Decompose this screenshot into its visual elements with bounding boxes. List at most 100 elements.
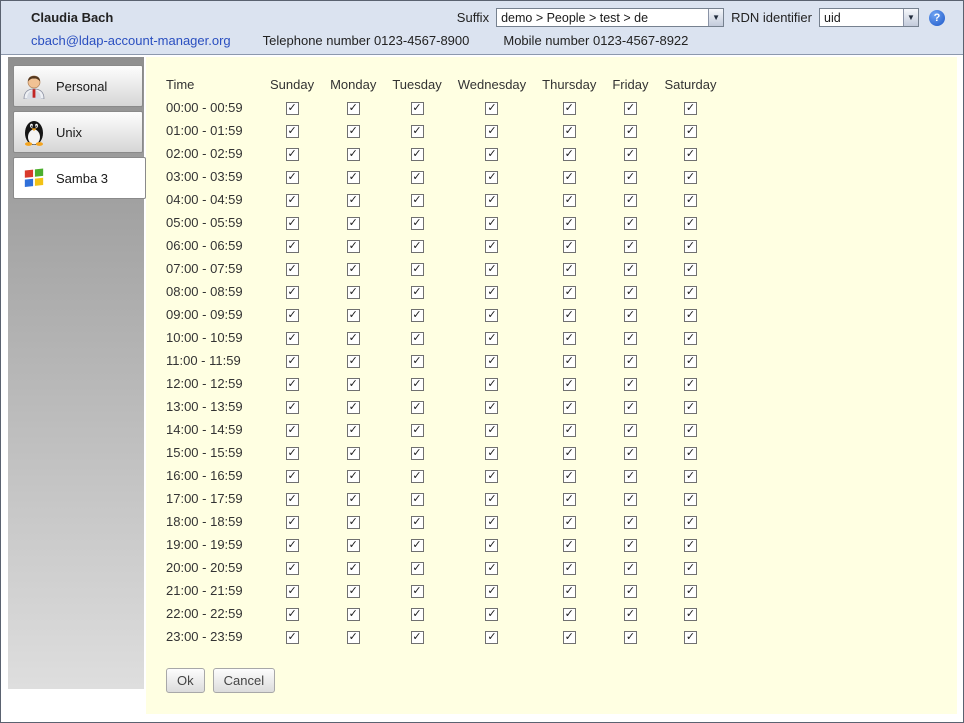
logon-hour-checkbox[interactable]: [485, 194, 498, 207]
logon-hour-checkbox[interactable]: [563, 585, 576, 598]
logon-hour-checkbox[interactable]: [684, 447, 697, 460]
logon-hour-checkbox[interactable]: [624, 516, 637, 529]
logon-hour-checkbox[interactable]: [347, 585, 360, 598]
logon-hour-checkbox[interactable]: [411, 539, 424, 552]
logon-hour-checkbox[interactable]: [624, 470, 637, 483]
logon-hour-checkbox[interactable]: [485, 539, 498, 552]
logon-hour-checkbox[interactable]: [684, 309, 697, 322]
logon-hour-checkbox[interactable]: [485, 309, 498, 322]
logon-hour-checkbox[interactable]: [563, 240, 576, 253]
logon-hour-checkbox[interactable]: [411, 309, 424, 322]
logon-hour-checkbox[interactable]: [411, 631, 424, 644]
logon-hour-checkbox[interactable]: [286, 217, 299, 230]
logon-hour-checkbox[interactable]: [286, 631, 299, 644]
logon-hour-checkbox[interactable]: [347, 286, 360, 299]
logon-hour-checkbox[interactable]: [684, 424, 697, 437]
logon-hour-checkbox[interactable]: [485, 470, 498, 483]
logon-hour-checkbox[interactable]: [485, 102, 498, 115]
logon-hour-checkbox[interactable]: [411, 447, 424, 460]
logon-hour-checkbox[interactable]: [286, 401, 299, 414]
suffix-select[interactable]: demo > People > test > de ▼: [496, 8, 724, 27]
logon-hour-checkbox[interactable]: [624, 332, 637, 345]
logon-hour-checkbox[interactable]: [624, 447, 637, 460]
logon-hour-checkbox[interactable]: [411, 263, 424, 276]
logon-hour-checkbox[interactable]: [485, 217, 498, 230]
logon-hour-checkbox[interactable]: [624, 194, 637, 207]
logon-hour-checkbox[interactable]: [411, 332, 424, 345]
cancel-button[interactable]: Cancel: [213, 668, 275, 693]
logon-hour-checkbox[interactable]: [563, 539, 576, 552]
logon-hour-checkbox[interactable]: [286, 355, 299, 368]
logon-hour-checkbox[interactable]: [485, 286, 498, 299]
logon-hour-checkbox[interactable]: [684, 217, 697, 230]
logon-hour-checkbox[interactable]: [563, 286, 576, 299]
logon-hour-checkbox[interactable]: [684, 102, 697, 115]
logon-hour-checkbox[interactable]: [411, 493, 424, 506]
logon-hour-checkbox[interactable]: [563, 194, 576, 207]
logon-hour-checkbox[interactable]: [485, 631, 498, 644]
logon-hour-checkbox[interactable]: [347, 148, 360, 161]
logon-hour-checkbox[interactable]: [684, 125, 697, 138]
logon-hour-checkbox[interactable]: [684, 240, 697, 253]
logon-hour-checkbox[interactable]: [347, 240, 360, 253]
logon-hour-checkbox[interactable]: [624, 493, 637, 506]
logon-hour-checkbox[interactable]: [347, 562, 360, 575]
logon-hour-checkbox[interactable]: [684, 539, 697, 552]
logon-hour-checkbox[interactable]: [347, 516, 360, 529]
logon-hour-checkbox[interactable]: [286, 309, 299, 322]
logon-hour-checkbox[interactable]: [411, 148, 424, 161]
logon-hour-checkbox[interactable]: [347, 470, 360, 483]
logon-hour-checkbox[interactable]: [563, 424, 576, 437]
logon-hour-checkbox[interactable]: [684, 401, 697, 414]
logon-hour-checkbox[interactable]: [684, 355, 697, 368]
logon-hour-checkbox[interactable]: [684, 148, 697, 161]
logon-hour-checkbox[interactable]: [684, 562, 697, 575]
logon-hour-checkbox[interactable]: [563, 493, 576, 506]
logon-hour-checkbox[interactable]: [485, 516, 498, 529]
logon-hour-checkbox[interactable]: [411, 562, 424, 575]
logon-hour-checkbox[interactable]: [563, 309, 576, 322]
logon-hour-checkbox[interactable]: [347, 102, 360, 115]
logon-hour-checkbox[interactable]: [347, 539, 360, 552]
logon-hour-checkbox[interactable]: [485, 332, 498, 345]
logon-hour-checkbox[interactable]: [347, 631, 360, 644]
logon-hour-checkbox[interactable]: [624, 148, 637, 161]
logon-hour-checkbox[interactable]: [684, 378, 697, 391]
logon-hour-checkbox[interactable]: [684, 493, 697, 506]
logon-hour-checkbox[interactable]: [684, 516, 697, 529]
logon-hour-checkbox[interactable]: [485, 378, 498, 391]
logon-hour-checkbox[interactable]: [411, 286, 424, 299]
email-link[interactable]: cbach@ldap-account-manager.org: [31, 33, 231, 48]
logon-hour-checkbox[interactable]: [624, 102, 637, 115]
logon-hour-checkbox[interactable]: [347, 378, 360, 391]
logon-hour-checkbox[interactable]: [485, 148, 498, 161]
logon-hour-checkbox[interactable]: [286, 493, 299, 506]
logon-hour-checkbox[interactable]: [563, 148, 576, 161]
logon-hour-checkbox[interactable]: [684, 263, 697, 276]
logon-hour-checkbox[interactable]: [563, 562, 576, 575]
tab-unix[interactable]: Unix: [13, 111, 143, 153]
logon-hour-checkbox[interactable]: [563, 470, 576, 483]
logon-hour-checkbox[interactable]: [563, 102, 576, 115]
logon-hour-checkbox[interactable]: [411, 102, 424, 115]
logon-hour-checkbox[interactable]: [563, 378, 576, 391]
logon-hour-checkbox[interactable]: [347, 125, 360, 138]
rdn-identifier-select[interactable]: uid ▼: [819, 8, 919, 27]
logon-hour-checkbox[interactable]: [347, 217, 360, 230]
logon-hour-checkbox[interactable]: [347, 309, 360, 322]
logon-hour-checkbox[interactable]: [624, 608, 637, 621]
logon-hour-checkbox[interactable]: [411, 355, 424, 368]
logon-hour-checkbox[interactable]: [485, 355, 498, 368]
logon-hour-checkbox[interactable]: [411, 470, 424, 483]
logon-hour-checkbox[interactable]: [485, 263, 498, 276]
logon-hour-checkbox[interactable]: [411, 424, 424, 437]
logon-hour-checkbox[interactable]: [624, 171, 637, 184]
logon-hour-checkbox[interactable]: [286, 470, 299, 483]
logon-hour-checkbox[interactable]: [684, 608, 697, 621]
logon-hour-checkbox[interactable]: [563, 401, 576, 414]
logon-hour-checkbox[interactable]: [563, 217, 576, 230]
logon-hour-checkbox[interactable]: [485, 125, 498, 138]
logon-hour-checkbox[interactable]: [485, 171, 498, 184]
logon-hour-checkbox[interactable]: [286, 378, 299, 391]
logon-hour-checkbox[interactable]: [684, 631, 697, 644]
